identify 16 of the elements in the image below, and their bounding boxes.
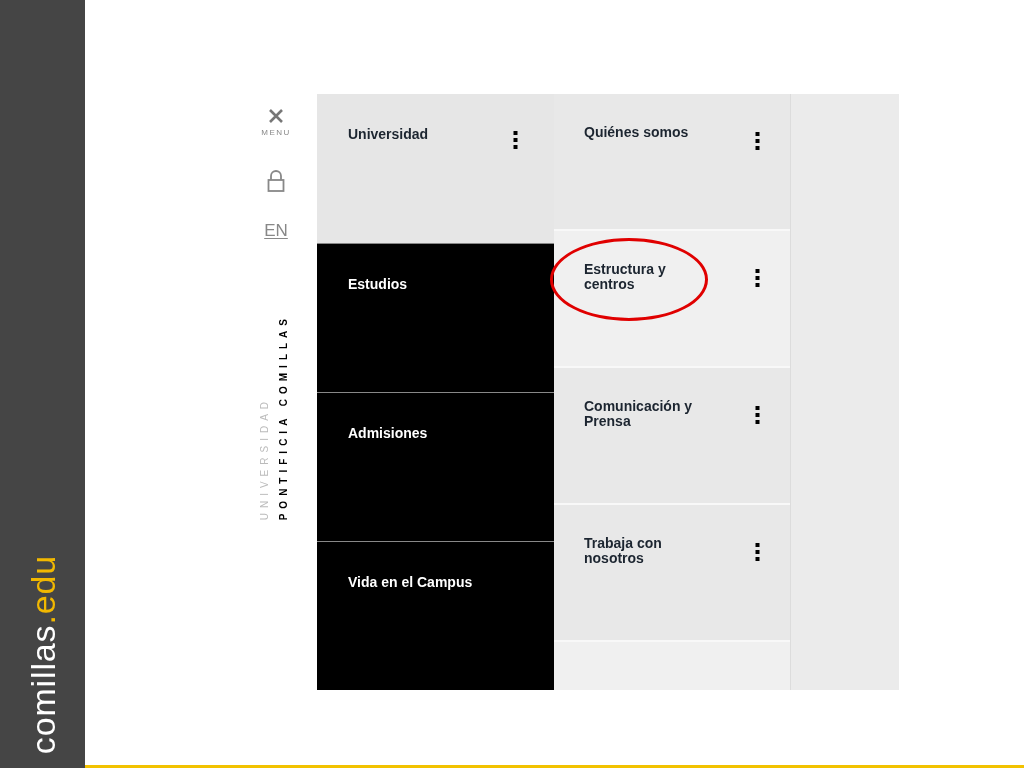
brand-wordmark: comillas.edu	[25, 554, 60, 754]
menu-item[interactable]: Universidad	[317, 94, 554, 243]
logo-text: PONTIFICIA COMILLAS	[277, 313, 290, 520]
menu-item[interactable]: Vida en el Campus	[317, 541, 554, 690]
more-options-icon[interactable]	[755, 405, 760, 425]
menu-item[interactable]: Admisiones	[317, 391, 554, 541]
more-options-icon[interactable]	[755, 131, 760, 151]
more-options-icon[interactable]	[755, 268, 760, 288]
close-icon[interactable]	[268, 108, 284, 124]
language-link[interactable]: EN	[264, 218, 288, 244]
logo-text: UNIVERSIDAD	[258, 395, 271, 520]
menu-item[interactable]: Estudios	[317, 242, 554, 392]
menu-label: MENU	[261, 127, 291, 139]
lock-icon[interactable]	[267, 169, 285, 193]
more-options-icon[interactable]	[513, 130, 518, 150]
more-options-icon[interactable]	[755, 542, 760, 562]
